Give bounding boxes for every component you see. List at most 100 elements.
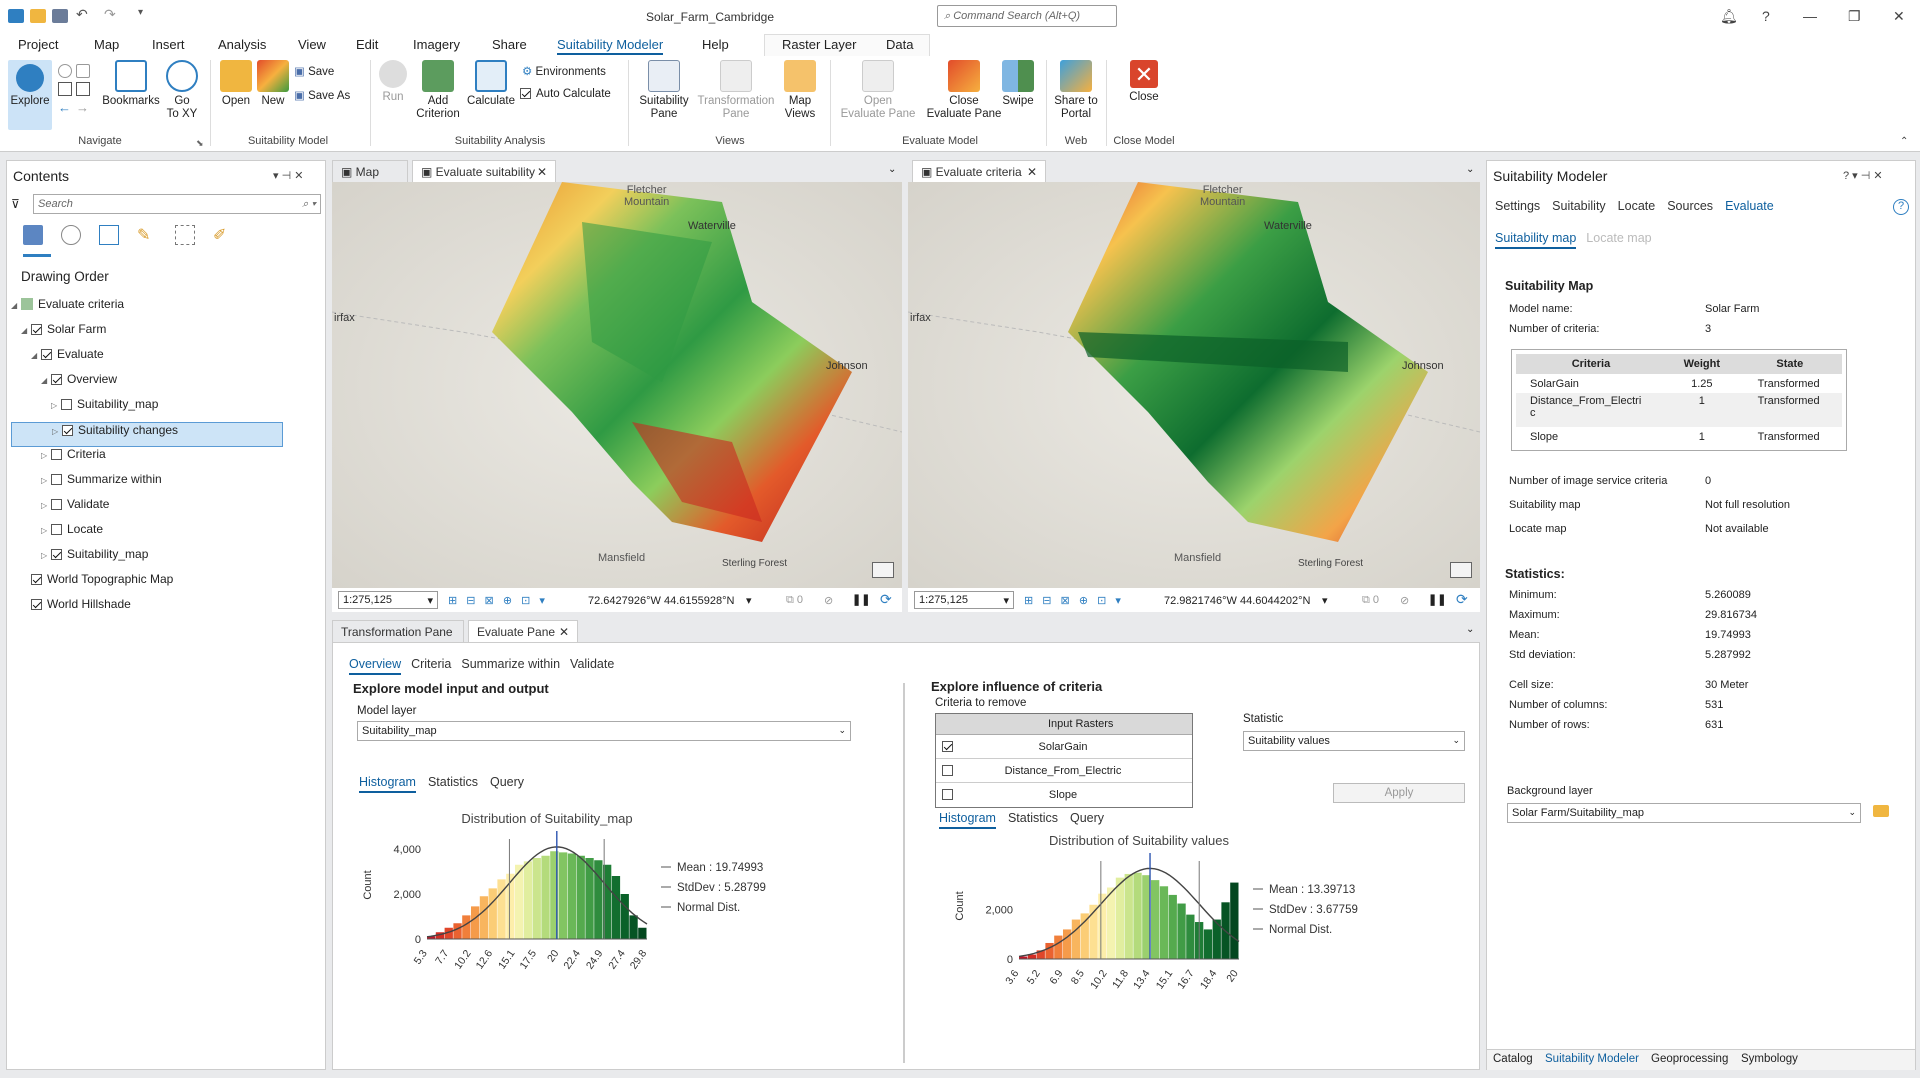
subtab-criteria[interactable]: Criteria bbox=[411, 657, 451, 675]
background-layer-dropdown[interactable]: Solar Farm/Suitability_map ⌄ bbox=[1507, 803, 1861, 823]
overview-map-icon[interactable] bbox=[1450, 562, 1472, 578]
tree-item-summarize-within[interactable]: ▷ Summarize within bbox=[11, 472, 323, 497]
refresh-disabled-icon[interactable]: ⊘ bbox=[824, 594, 833, 607]
tab-overflow-icon[interactable]: ⌄ bbox=[888, 164, 896, 175]
fixed-zoom-icon[interactable] bbox=[76, 64, 90, 78]
tree-item-overview[interactable]: ◢ Overview bbox=[11, 372, 323, 397]
help-icon[interactable]: ? bbox=[1893, 199, 1909, 215]
refresh-icon[interactable]: ⟳ bbox=[1456, 591, 1468, 608]
tree-item-world-hillshade[interactable]: World Hillshade bbox=[11, 597, 323, 622]
tree-item-evaluate[interactable]: ◢ Evaluate bbox=[11, 347, 323, 372]
selected-features-count[interactable]: ⧉ 0 bbox=[786, 594, 803, 607]
command-search-input[interactable]: ⌕ Command Search (Alt+Q) bbox=[937, 5, 1117, 27]
map-canvas-right[interactable]: Fletcher Mountain Waterville irfax Johnso… bbox=[908, 182, 1480, 588]
back-icon[interactable]: ← bbox=[58, 100, 72, 115]
customize-toolbar-icon[interactable]: ▾ bbox=[138, 7, 143, 18]
open-evaluate-pane-button[interactable]: Open Evaluate Pane bbox=[836, 60, 920, 121]
pane-splitter[interactable] bbox=[903, 683, 905, 1063]
map-canvas[interactable]: Fletcher Mountain Waterville irfax Johnso… bbox=[332, 182, 902, 588]
open-folder-icon[interactable] bbox=[30, 9, 46, 23]
layer-visibility-checkbox[interactable] bbox=[51, 374, 62, 385]
table-row[interactable]: Slope 1 Transformed bbox=[1516, 427, 1842, 446]
close-tab-icon[interactable]: ✕ bbox=[559, 625, 569, 639]
model-layer-dropdown[interactable]: Suitability_map ⌄ bbox=[357, 721, 851, 741]
expand-arrow-icon[interactable]: ◢ bbox=[31, 351, 41, 360]
tab-overflow-icon[interactable]: ⌄ bbox=[1466, 164, 1474, 175]
tree-item-suitability-map-overview[interactable]: ▷ Suitability_map bbox=[11, 397, 323, 422]
dock-tab-suitability-modeler[interactable]: Suitability Modeler bbox=[1545, 1053, 1639, 1065]
explore-button[interactable]: Explore bbox=[8, 60, 52, 130]
menu-analysis[interactable]: Analysis bbox=[218, 37, 266, 52]
layer-visibility-checkbox[interactable] bbox=[41, 349, 52, 360]
contents-search-input[interactable]: Search ⌕ ▾ bbox=[33, 194, 321, 214]
criteria-row-solargain[interactable]: SolarGain bbox=[936, 735, 1192, 759]
map-nav-tools[interactable]: ⊞ ⊟ ⊠ ⊕ ⊡ ▾ bbox=[448, 594, 548, 607]
save-model-button[interactable]: ▣ Save bbox=[294, 64, 334, 78]
calculate-button[interactable]: Calculate bbox=[466, 60, 516, 108]
scale-selector[interactable]: 1:275,125 ▾ bbox=[338, 591, 438, 609]
menu-help[interactable]: Help bbox=[702, 37, 729, 52]
environments-button[interactable]: ⚙ Environments bbox=[522, 64, 606, 78]
close-model-button[interactable]: ✕ Close bbox=[1124, 60, 1164, 104]
scale-selector[interactable]: 1:275,125 ▾ bbox=[914, 591, 1014, 609]
tab-evaluate-criteria[interactable]: ▣ Evaluate criteria ✕ bbox=[912, 160, 1046, 182]
collapse-arrow-icon[interactable]: ▷ bbox=[41, 526, 51, 535]
tab-map[interactable]: ▣ Map bbox=[332, 160, 408, 182]
expand-arrow-icon[interactable]: ◢ bbox=[41, 376, 51, 385]
dock-tab-catalog[interactable]: Catalog bbox=[1493, 1053, 1533, 1065]
layer-visibility-checkbox[interactable] bbox=[51, 474, 62, 485]
save-icon[interactable] bbox=[52, 9, 68, 23]
layer-visibility-checkbox[interactable] bbox=[31, 324, 42, 335]
dock-tab-symbology[interactable]: Symbology bbox=[1741, 1053, 1798, 1065]
refresh-disabled-icon[interactable]: ⊘ bbox=[1400, 594, 1409, 607]
tab-histogram-left[interactable]: Histogram bbox=[359, 775, 416, 793]
menu-project[interactable]: Project bbox=[18, 37, 58, 52]
collapse-arrow-icon[interactable]: ▷ bbox=[41, 501, 51, 510]
zoom-in-icon[interactable] bbox=[58, 82, 72, 96]
navigate-small-tools[interactable]: ← → bbox=[58, 64, 98, 124]
close-evaluate-pane-button[interactable]: Close Evaluate Pane bbox=[922, 60, 1006, 121]
navigate-launcher-icon[interactable]: ⬊ bbox=[196, 138, 204, 149]
list-by-selection-icon[interactable] bbox=[99, 225, 119, 245]
layer-visibility-checkbox[interactable] bbox=[51, 524, 62, 535]
menu-insert[interactable]: Insert bbox=[152, 37, 185, 52]
layer-visibility-checkbox[interactable] bbox=[51, 499, 62, 510]
new-project-icon[interactable] bbox=[8, 9, 24, 23]
restore-icon[interactable]: ❐ bbox=[1848, 8, 1861, 25]
expand-arrow-icon[interactable]: ◢ bbox=[11, 301, 21, 310]
modeler-options-icon[interactable]: ? ▾ ⊣ ✕ bbox=[1843, 169, 1883, 182]
subtab-overview[interactable]: Overview bbox=[349, 657, 402, 675]
close-tab-icon[interactable]: ✕ bbox=[1027, 165, 1037, 179]
pane-overflow-icon[interactable]: ⌄ bbox=[1466, 624, 1474, 635]
full-extent-icon[interactable] bbox=[58, 64, 72, 78]
menu-imagery[interactable]: Imagery bbox=[413, 37, 460, 52]
tab-evaluate[interactable]: Evaluate bbox=[1725, 199, 1774, 215]
close-window-icon[interactable]: ✕ bbox=[1893, 8, 1905, 25]
coordinate-format-dropdown[interactable]: ▾ bbox=[1322, 594, 1328, 607]
tab-locate[interactable]: Locate bbox=[1618, 199, 1656, 215]
layer-visibility-checkbox[interactable] bbox=[31, 599, 42, 610]
layer-visibility-checkbox[interactable] bbox=[51, 549, 62, 560]
run-button[interactable]: Run bbox=[378, 60, 408, 104]
tree-item-suitability-map[interactable]: ▷ Suitability_map bbox=[11, 547, 323, 572]
layer-visibility-checkbox[interactable] bbox=[62, 425, 73, 436]
layer-visibility-checkbox[interactable] bbox=[61, 399, 72, 410]
table-row[interactable]: Distance_From_Electri c 1 Transformed bbox=[1516, 393, 1842, 427]
bookmarks-button[interactable]: Bookmarks bbox=[102, 60, 160, 108]
swipe-button[interactable]: Swipe bbox=[1000, 60, 1036, 108]
goto-xy-button[interactable]: Go To XY bbox=[164, 60, 200, 121]
collapse-ribbon-icon[interactable]: ⌃ bbox=[1900, 136, 1908, 147]
collapse-arrow-icon[interactable]: ▷ bbox=[52, 427, 62, 436]
browse-folder-icon[interactable] bbox=[1873, 805, 1889, 817]
menu-edit[interactable]: Edit bbox=[356, 37, 378, 52]
map-nav-tools[interactable]: ⊞ ⊟ ⊠ ⊕ ⊡ ▾ bbox=[1024, 594, 1124, 607]
tab-transformation-pane[interactable]: Transformation Pane bbox=[332, 620, 464, 642]
menu-share[interactable]: Share bbox=[492, 37, 527, 52]
help-icon[interactable]: ? bbox=[1762, 8, 1770, 24]
list-by-drawing-order-icon[interactable] bbox=[23, 225, 43, 245]
minimize-icon[interactable]: — bbox=[1803, 8, 1817, 24]
selected-features-count[interactable]: ⧉ 0 bbox=[1362, 594, 1379, 607]
subtab-suitability-map[interactable]: Suitability map bbox=[1495, 231, 1577, 249]
close-tab-icon[interactable]: ✕ bbox=[537, 165, 547, 179]
statistic-dropdown[interactable]: Suitability values ⌄ bbox=[1243, 731, 1465, 751]
